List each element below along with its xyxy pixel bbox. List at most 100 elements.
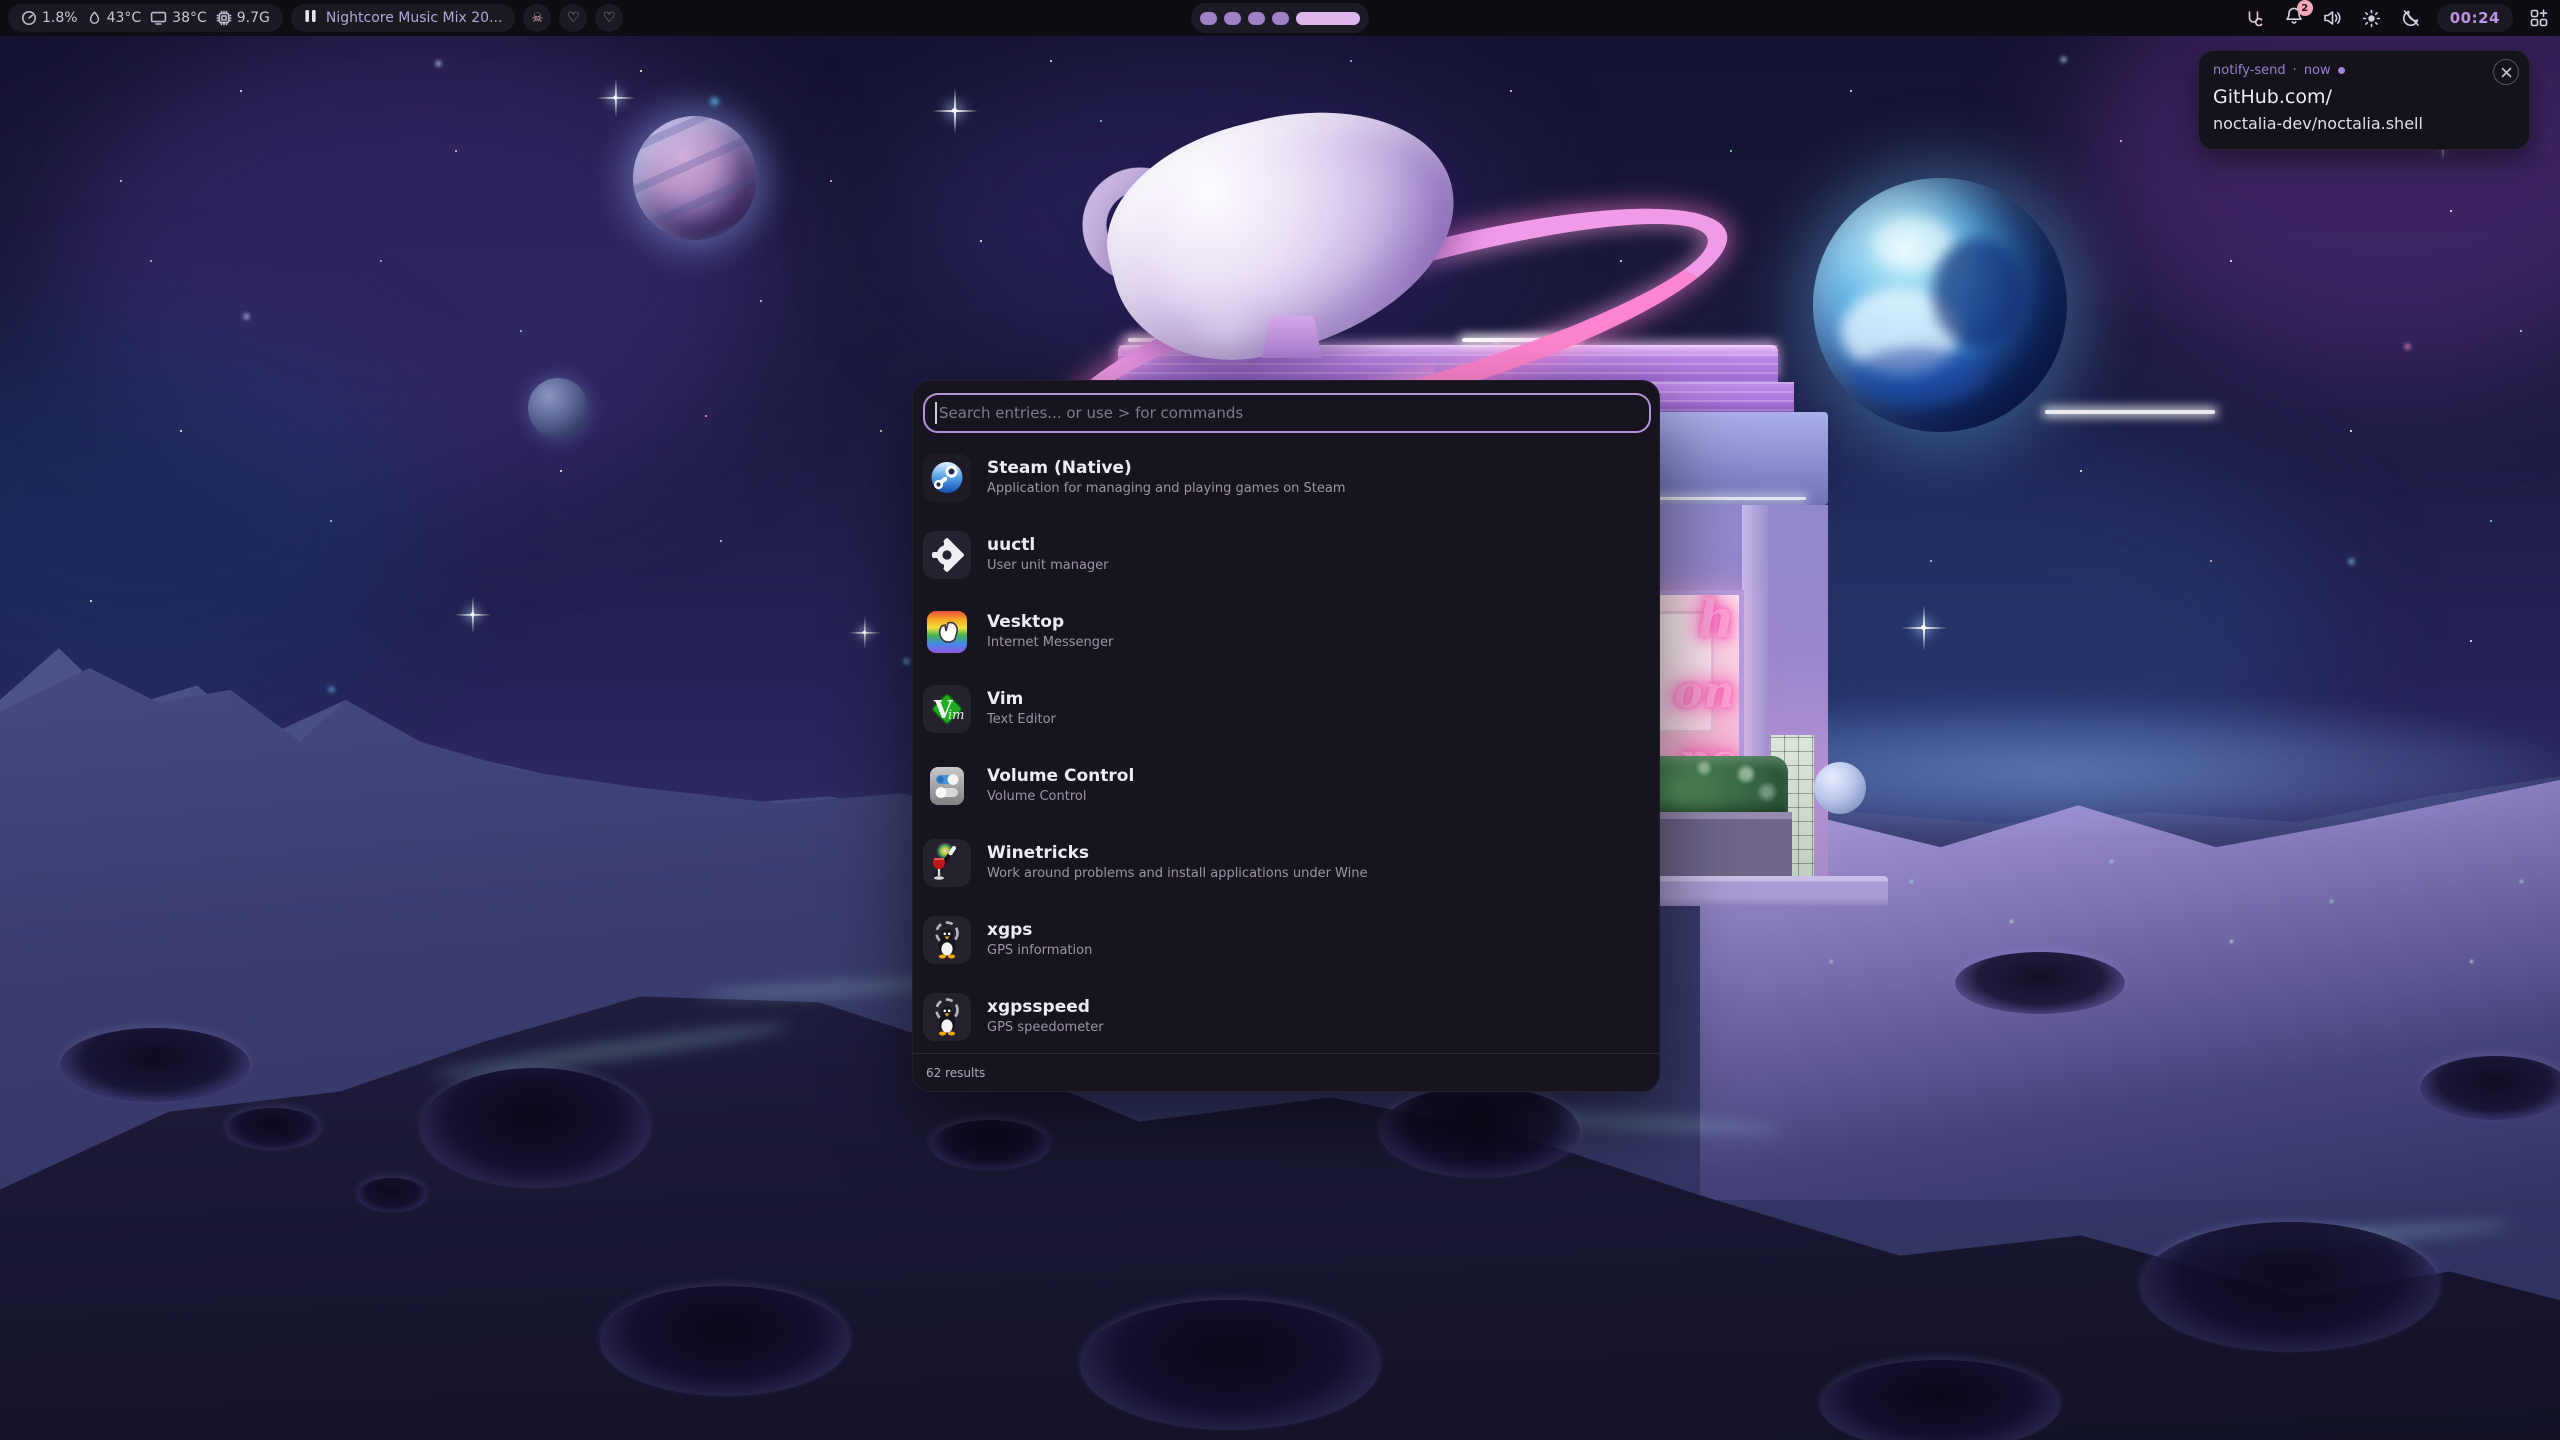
- workspace-active[interactable]: [1296, 12, 1360, 25]
- planter: [1646, 812, 1792, 880]
- crater: [420, 1068, 650, 1188]
- app-subtitle: Work around problems and install applica…: [987, 867, 1367, 881]
- notification-title: GitHub.com/: [2213, 86, 2515, 108]
- small-planet: [528, 378, 588, 438]
- flame-icon: [87, 10, 102, 26]
- app-icon: [923, 454, 971, 502]
- chip-icon: [216, 10, 232, 26]
- neon-strip: [2045, 410, 2215, 414]
- notifications-button[interactable]: 2: [2281, 5, 2307, 31]
- crater: [600, 1286, 850, 1396]
- skull-button[interactable]: ☠: [523, 4, 551, 32]
- launcher-item[interactable]: Winetricks Work around problems and inst…: [913, 824, 1659, 901]
- close-icon: [2501, 67, 2512, 78]
- workspace-dot[interactable]: [1248, 12, 1265, 25]
- workspace-dot[interactable]: [1224, 12, 1241, 25]
- app-subtitle: GPS speedometer: [987, 1021, 1104, 1035]
- app-icon: [923, 916, 971, 964]
- volume-icon[interactable]: [2320, 5, 2346, 31]
- notification-app: notify-send: [2213, 63, 2286, 78]
- app-icon: [923, 839, 971, 887]
- crater: [1380, 1086, 1580, 1178]
- bright-star: [471, 613, 475, 617]
- earth-planet: [1813, 178, 2067, 432]
- app-subtitle: Application for managing and playing gam…: [987, 482, 1346, 496]
- pause-icon[interactable]: [304, 9, 317, 27]
- neon-sign-text: h: [1697, 590, 1735, 650]
- app-icon: [923, 531, 971, 579]
- notification-card[interactable]: notify-send · now GitHub.com/ noctalia-d…: [2198, 50, 2530, 150]
- app-text: Vim Text Editor: [987, 690, 1056, 727]
- bar-right-group: 2 00:24: [2242, 4, 2552, 32]
- media-title: Nightcore Music Mix 20...: [326, 10, 503, 26]
- notification-separator: ·: [2293, 63, 2297, 78]
- launcher-item[interactable]: uuctl User unit manager: [913, 516, 1659, 593]
- system-stats-pill[interactable]: 1.8% 43°C 38°C 9.7G: [8, 4, 283, 32]
- nightlight-off-icon[interactable]: [2398, 5, 2424, 31]
- app-subtitle: Volume Control: [987, 790, 1134, 804]
- svg-text:im: im: [948, 708, 965, 723]
- temp-stat: 43°C: [87, 10, 142, 26]
- app-title: xgpsspeed: [987, 998, 1104, 1017]
- notification-close-button[interactable]: [2493, 59, 2519, 85]
- display-icon: [150, 10, 167, 26]
- app-title: Winetricks: [987, 844, 1367, 863]
- search-input[interactable]: [923, 393, 1651, 433]
- clock[interactable]: 00:24: [2437, 4, 2513, 32]
- app-text: Winetricks Work around problems and inst…: [987, 844, 1367, 881]
- app-icon: Vim: [923, 685, 971, 733]
- app-icon: [923, 762, 971, 810]
- cup-steam: [1180, 296, 1270, 366]
- desktop: h on ns 1.8%: [0, 0, 2560, 1440]
- flower-bush: [1814, 762, 1866, 814]
- cpu-stat: 1.8%: [21, 10, 78, 26]
- input-source-icon[interactable]: [2242, 5, 2268, 31]
- crater: [357, 1178, 427, 1212]
- notification-badge: 2: [2297, 0, 2313, 16]
- app-title: Volume Control: [987, 767, 1134, 786]
- crater: [60, 1028, 250, 1102]
- crater: [2420, 1056, 2560, 1120]
- launcher-item[interactable]: Steam (Native) Application for managing …: [913, 439, 1659, 516]
- gpu-temp-stat: 38°C: [150, 10, 207, 26]
- app-title: xgps: [987, 921, 1092, 940]
- search-wrap: [923, 393, 1651, 433]
- favorite-button-2[interactable]: ♡: [595, 4, 623, 32]
- app-text: Vesktop Internet Messenger: [987, 613, 1113, 650]
- workspace-dot[interactable]: [1272, 12, 1289, 25]
- app-title: Vim: [987, 690, 1056, 709]
- app-title: Vesktop: [987, 613, 1113, 632]
- app-launcher: Steam (Native) Application for managing …: [912, 380, 1660, 1092]
- gauge-icon: [21, 10, 37, 26]
- favorite-button[interactable]: ♡: [559, 4, 587, 32]
- launcher-item[interactable]: xgpsspeed GPS speedometer: [913, 978, 1659, 1055]
- launcher-item[interactable]: Vim Vim Text Editor: [913, 670, 1659, 747]
- app-title: Steam (Native): [987, 459, 1346, 478]
- purple-planet: [633, 116, 757, 240]
- crater: [1955, 952, 2125, 1014]
- workspace-indicator: [1191, 3, 1369, 33]
- hedge: [1648, 756, 1788, 816]
- launcher-item[interactable]: xgps GPS information: [913, 901, 1659, 978]
- crater: [225, 1108, 321, 1150]
- moon-dunes-right: [1700, 780, 2560, 1200]
- app-subtitle: User unit manager: [987, 559, 1109, 573]
- launcher-item[interactable]: Vesktop Internet Messenger: [913, 593, 1659, 670]
- apps-grid-icon[interactable]: [2526, 5, 2552, 31]
- memory-value: 9.7G: [237, 10, 270, 26]
- crater: [1080, 1300, 1380, 1430]
- cup-pedestal: [1262, 316, 1322, 358]
- neon-sign-text: on: [1674, 667, 1735, 718]
- results-count: 62 results: [913, 1053, 1659, 1091]
- memory-stat: 9.7G: [216, 10, 270, 26]
- media-player-pill[interactable]: Nightcore Music Mix 20...: [291, 4, 516, 32]
- app-text: xgps GPS information: [987, 921, 1092, 958]
- app-title: uuctl: [987, 536, 1109, 555]
- brightness-icon[interactable]: [2359, 5, 2385, 31]
- heart-icon: ♡: [567, 10, 580, 26]
- building-base: [1638, 876, 1888, 906]
- workspace-dot[interactable]: [1200, 12, 1217, 25]
- heart-icon: ♡: [603, 10, 616, 26]
- launcher-item[interactable]: Volume Control Volume Control: [913, 747, 1659, 824]
- bright-star: [613, 95, 617, 99]
